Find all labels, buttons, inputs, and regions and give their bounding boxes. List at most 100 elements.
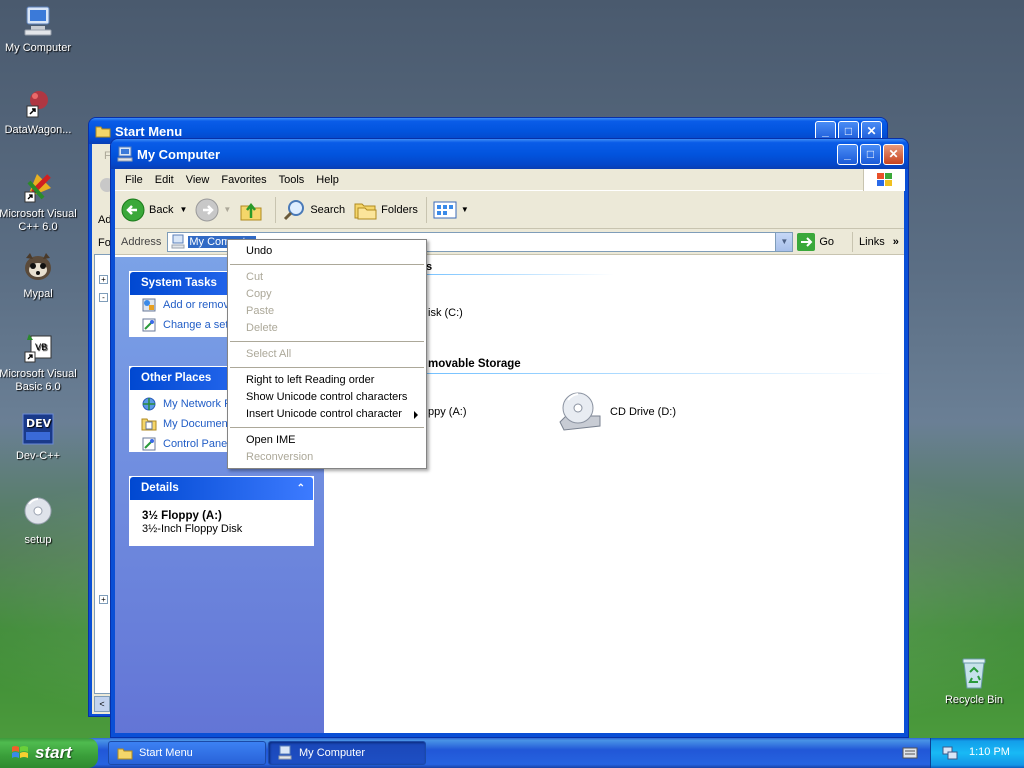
taskbar-button-label: My Computer — [299, 747, 366, 759]
collapse-icon[interactable]: - — [99, 293, 108, 302]
collapse-chevron-icon[interactable]: ⌃ — [297, 477, 305, 500]
standard-toolbar: Back ▼ ▼ Search Folders ▼ — [115, 191, 904, 229]
system-tray: 1:10 PM — [930, 738, 1024, 768]
my-computer-titlebar[interactable]: My Computer _ □ ✕ — [111, 139, 908, 169]
keyboard-language-icon[interactable] — [902, 746, 918, 760]
back-dropdown-icon[interactable]: ▼ — [179, 205, 187, 214]
taskbar-button-label: Start Menu — [139, 747, 193, 759]
views-icon — [433, 198, 457, 222]
control-panel-icon — [141, 317, 157, 333]
go-button[interactable]: Go — [797, 232, 834, 251]
computer-icon — [117, 146, 133, 162]
menu-item-open-ime[interactable]: Open IME — [228, 432, 426, 449]
desktop-icon-recycle-bin[interactable]: Recycle Bin — [934, 656, 1014, 707]
minimize-button[interactable]: _ — [837, 144, 858, 165]
forward-dropdown-icon[interactable]: ▼ — [223, 205, 231, 214]
menu-help[interactable]: Help — [310, 174, 345, 186]
menu-favorites[interactable]: Favorites — [215, 174, 272, 186]
cd-drive-icon — [556, 388, 604, 436]
shortcut-icon — [21, 86, 55, 120]
window-title: My Computer — [137, 146, 221, 162]
folder-tree: + - + — [94, 254, 112, 694]
local-disk-label[interactable]: isk (C:) — [428, 307, 463, 319]
maximize-button[interactable]: □ — [860, 144, 881, 165]
taskbar-button-my-computer[interactable]: My Computer — [268, 741, 426, 765]
cd-icon — [21, 496, 55, 530]
place-label: My Documents — [163, 418, 237, 430]
cd-drive-item[interactable]: CD Drive (D:) — [556, 387, 716, 437]
expand-icon[interactable]: + — [99, 275, 108, 284]
menu-file[interactable]: File — [119, 174, 149, 186]
desktop-icon-label: Microsoft Visual Basic 6.0 — [0, 368, 77, 393]
desktop-icon-setup[interactable]: setup — [0, 496, 78, 547]
folders-icon — [353, 198, 377, 222]
cd-drive-label: CD Drive (D:) — [610, 406, 676, 418]
desktop-icon-my-computer[interactable]: My Computer — [0, 4, 78, 55]
details-description: 3½-Inch Floppy Disk — [142, 523, 243, 535]
dev-cpp-icon: DEV — [21, 412, 55, 446]
network-connection-icon[interactable] — [941, 745, 959, 761]
menu-item-show-unicode[interactable]: Show Unicode control characters — [228, 389, 426, 406]
desktop-icon-visual-basic[interactable]: VB Microsoft Visual Basic 6.0 — [0, 330, 78, 394]
desktop-icon-label: Recycle Bin — [944, 694, 1004, 706]
folder-icon — [95, 123, 111, 139]
section-divider — [414, 274, 614, 275]
desktop-icon-mypal[interactable]: Mypal — [0, 250, 78, 301]
back-label: Back — [149, 203, 174, 216]
folders-button[interactable]: Folders — [353, 198, 418, 222]
up-folder-icon — [239, 198, 263, 222]
go-arrow-icon — [797, 232, 816, 251]
desktop-icon-label: My Computer — [4, 42, 72, 54]
place-label: Control Panel — [163, 438, 230, 450]
details-header-label: Details — [141, 482, 179, 494]
back-button[interactable]: Back ▼ — [121, 198, 187, 222]
menu-item-undo[interactable]: Undo — [228, 243, 426, 260]
details-panel: Details ⌃ 3½ Floppy (A:) 3½-Inch Floppy … — [129, 476, 314, 546]
chevron-right-icon[interactable]: » — [893, 236, 899, 248]
mypal-icon — [21, 250, 55, 284]
menu-view[interactable]: View — [180, 174, 216, 186]
views-dropdown-icon: ▼ — [460, 205, 469, 214]
menu-fragment: F — [104, 150, 111, 162]
desktop-icon-dev-cpp[interactable]: DEV Dev-C++ — [0, 412, 78, 463]
forward-button[interactable]: ▼ — [195, 198, 231, 222]
menu-item-insert-unicode[interactable]: Insert Unicode control character — [228, 406, 426, 423]
computer-icon — [170, 234, 186, 250]
control-panel-icon — [141, 436, 157, 452]
taskbar-button-start-menu[interactable]: Start Menu — [108, 741, 266, 765]
menu-separator — [230, 264, 424, 265]
removable-storage-header: movable Storage — [428, 358, 521, 370]
address-dropdown-button[interactable]: ▼ — [775, 232, 793, 251]
links-label[interactable]: Links — [859, 236, 885, 248]
visual-cpp-icon — [21, 170, 55, 204]
desktop-icon-datawagon[interactable]: DataWagon... — [0, 86, 78, 137]
menu-separator — [230, 341, 424, 342]
expand-icon[interactable]: + — [99, 595, 108, 604]
folders-label: Folders — [381, 203, 418, 216]
context-menu: Undo Cut Copy Paste Delete Select All Ri… — [227, 239, 427, 469]
start-button[interactable]: start — [0, 738, 98, 768]
visual-basic-icon: VB — [21, 330, 55, 364]
views-button[interactable]: ▼ — [433, 198, 469, 222]
menu-item-rtl-reading[interactable]: Right to left Reading order — [228, 372, 426, 389]
recycle-bin-icon — [957, 656, 991, 690]
clock[interactable]: 1:10 PM — [969, 746, 1010, 758]
menu-tools[interactable]: Tools — [273, 174, 311, 186]
submenu-arrow-icon — [414, 411, 418, 419]
menu-item-paste: Paste — [246, 305, 275, 317]
section-divider — [414, 373, 894, 374]
floppy-label[interactable]: ppy (A:) — [428, 406, 467, 418]
start-menu-title: Start Menu — [115, 123, 183, 139]
back-arrow-icon — [121, 198, 145, 222]
search-button[interactable]: Search — [282, 198, 345, 222]
menu-item-reconversion: Reconversion — [246, 451, 314, 463]
desktop-icon-visual-cpp[interactable]: Microsoft Visual C++ 6.0 — [0, 170, 78, 234]
menu-bar: File Edit View Favorites Tools Help — [115, 169, 905, 191]
details-header[interactable]: Details ⌃ — [130, 477, 313, 500]
my-computer-icon — [21, 4, 55, 38]
close-button[interactable]: ✕ — [883, 144, 904, 165]
up-folder-button[interactable] — [239, 198, 267, 222]
menu-edit[interactable]: Edit — [149, 174, 180, 186]
address-label: Address — [121, 235, 162, 248]
scroll-left-button[interactable]: < — [94, 696, 110, 712]
